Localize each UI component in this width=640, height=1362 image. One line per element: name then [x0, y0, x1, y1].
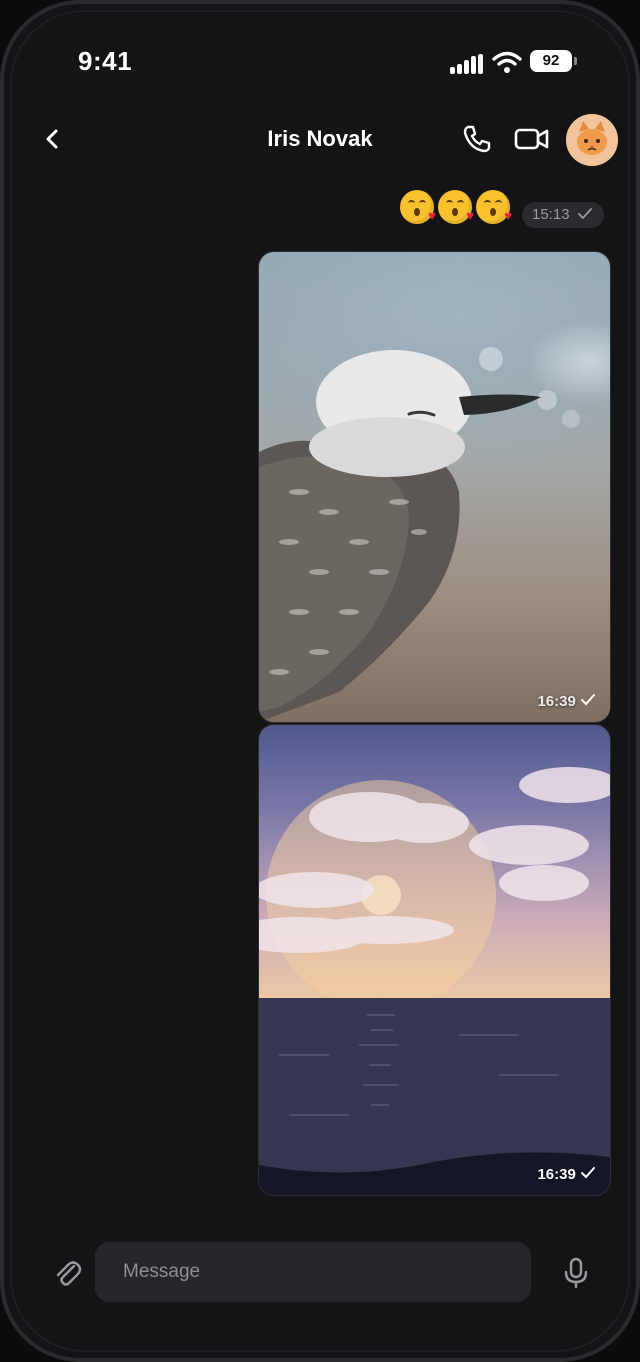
phone-icon[interactable]: [460, 122, 494, 156]
battery-level: 92: [542, 52, 560, 69]
checkmark-icon: [578, 208, 592, 220]
bird-photo: [259, 347, 580, 722]
avatar[interactable]: [566, 114, 618, 166]
chat-header: Iris Novak: [4, 108, 636, 172]
emoji-message[interactable]: ♥ ♥ ♥: [400, 190, 512, 230]
status-bar: 9:41 92: [4, 44, 636, 84]
message-timestamp: 15:13: [522, 202, 604, 228]
microphone-icon[interactable]: [562, 1256, 590, 1290]
phone-frame: 9:41 92 Iris Novak ♥ ♥ ♥ 15:13 16:39 16:…: [0, 0, 640, 1362]
paperclip-icon[interactable]: [52, 1256, 82, 1288]
status-time: 9:41: [78, 46, 133, 76]
message-input[interactable]: [95, 1242, 531, 1302]
photo-timestamp: 16:39: [537, 1166, 596, 1183]
wifi-icon: [492, 51, 522, 73]
sunset-photo: [259, 767, 610, 1195]
photo-message-bird[interactable]: 16:39: [258, 251, 611, 723]
checkmark-icon: [581, 694, 595, 706]
battery-indicator: 92: [530, 50, 577, 72]
photo-timestamp: 16:39: [537, 693, 596, 710]
video-camera-icon[interactable]: [514, 124, 550, 154]
composer-bar: [4, 1240, 636, 1304]
timestamp-text: 15:13: [532, 206, 570, 223]
checkmark-icon: [581, 1167, 595, 1179]
kissing-face-emoji-icon: ♥: [476, 190, 512, 224]
kissing-face-emoji-icon: ♥: [438, 190, 474, 224]
cat-avatar-icon: [566, 114, 618, 166]
kissing-face-emoji-icon: ♥: [400, 190, 436, 224]
photo-message-sunset[interactable]: 16:39: [258, 724, 611, 1196]
cellular-signal-icon: [450, 54, 484, 74]
